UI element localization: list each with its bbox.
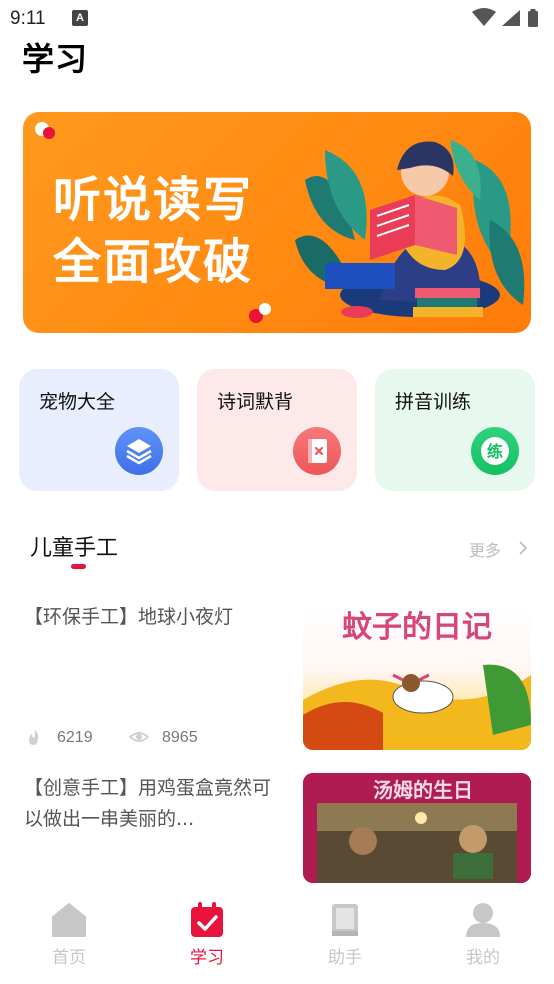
category-card-poetry[interactable]: 诗词默背 xyxy=(197,369,357,491)
banner-dot xyxy=(259,303,271,315)
category-card-pets[interactable]: 宠物大全 xyxy=(19,369,179,491)
flame-icon xyxy=(29,729,39,745)
tab-home[interactable]: 首页 xyxy=(0,883,138,984)
girl-reading-illustration xyxy=(295,140,525,318)
status-icons xyxy=(472,8,538,27)
more-link[interactable]: 更多 xyxy=(469,537,501,561)
category-label: 诗词默背 xyxy=(217,391,294,413)
status-bar: 9:11 A xyxy=(0,0,554,36)
category-card-pinyin[interactable]: 拼音训练 练 xyxy=(375,369,535,491)
like-count: 6219 xyxy=(57,729,93,746)
tab-study[interactable]: 学习 xyxy=(138,883,276,984)
chevron-right-icon[interactable] xyxy=(518,541,528,555)
tab-label: 助手 xyxy=(328,948,362,968)
signal-icon xyxy=(502,10,520,26)
tab-profile[interactable]: 我的 xyxy=(414,883,552,984)
notification-icon: A xyxy=(72,10,88,26)
banner-headline-2: 全面攻破 xyxy=(53,234,254,290)
category-label: 宠物大全 xyxy=(39,391,116,413)
promo-banner[interactable]: 听说读写 全面攻破 xyxy=(23,112,531,333)
section-title: 儿童手工 xyxy=(30,536,119,561)
wifi-icon xyxy=(472,8,496,26)
tab-label: 首页 xyxy=(52,948,86,968)
tab-label: 学习 xyxy=(190,948,224,968)
view-count: 8965 xyxy=(162,729,198,746)
article-thumbnail[interactable]: 汤姆的生日 xyxy=(303,773,531,883)
practice-icon: 练 xyxy=(471,427,519,475)
banner-dot xyxy=(43,127,55,139)
section-underline xyxy=(71,564,86,569)
article-thumbnail[interactable]: 蚊子的日记 xyxy=(303,605,531,750)
tab-assistant[interactable]: 助手 xyxy=(276,883,414,984)
user-icon xyxy=(466,903,500,937)
article-title[interactable]: 【创意手工】用鸡蛋盒竟然可以做出一串美丽的... xyxy=(24,773,282,835)
thumb-title: 汤姆的生日 xyxy=(373,778,473,802)
book-x-icon xyxy=(293,427,341,475)
practice-icon-text: 练 xyxy=(487,442,503,461)
bottom-tab-bar: 首页 学习 助手 我的 xyxy=(0,883,554,984)
battery-icon xyxy=(528,11,538,27)
page-title: 学习 xyxy=(22,40,89,78)
book-cover-illustration: 蚊子的日记 xyxy=(303,610,531,750)
thumb-title: 蚊子的日记 xyxy=(342,610,492,645)
book-icon xyxy=(332,904,358,936)
article-title[interactable]: 【环保手工】地球小夜灯 xyxy=(24,602,282,633)
calendar-check-icon xyxy=(191,902,223,937)
layers-icon xyxy=(115,427,163,475)
banner-headline-1: 听说读写 xyxy=(53,172,254,228)
eye-icon xyxy=(129,732,149,742)
category-label: 拼音训练 xyxy=(395,391,472,413)
status-time: 9:11 xyxy=(10,8,46,29)
tab-label: 我的 xyxy=(466,948,500,968)
book-cover-illustration: 汤姆的生日 xyxy=(303,773,531,883)
home-icon xyxy=(52,903,86,937)
